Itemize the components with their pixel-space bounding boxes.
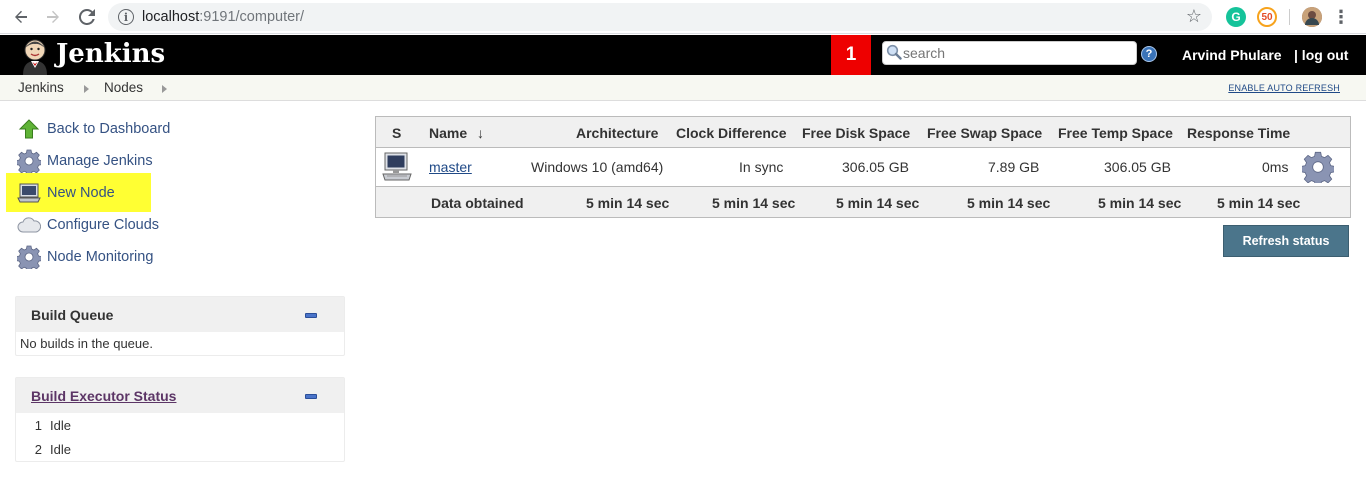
jenkins-logo-text[interactable]: Jenkins <box>56 39 165 69</box>
computer-icon <box>16 180 42 206</box>
column-name-label: Name <box>429 125 468 141</box>
search-input[interactable] <box>903 44 1131 62</box>
task-configure-clouds[interactable]: Configure Clouds <box>16 211 159 239</box>
cell-response-time: 0ms <box>1262 159 1289 175</box>
cell-free-disk-space: 306.05 GB <box>842 159 909 175</box>
grammarly-icon[interactable]: G <box>1226 7 1246 27</box>
gear-icon <box>16 148 42 174</box>
breadcrumb-arrow-icon[interactable] <box>162 85 167 93</box>
cloud-icon <box>16 212 42 238</box>
executor-status: Idle <box>50 441 71 457</box>
url-path: :9191/computer/ <box>199 9 305 25</box>
column-name[interactable]: Name ↓ <box>429 125 484 141</box>
help-icon[interactable]: ? <box>1141 46 1157 62</box>
build-queue-header: Build Queue <box>16 297 344 332</box>
cell-clock-difference: In sync <box>739 159 784 175</box>
url-text: localhost:9191/computer/ <box>142 9 304 25</box>
column-free-swap-space[interactable]: Free Swap Space <box>927 125 1042 141</box>
column-free-disk-space[interactable]: Free Disk Space <box>802 125 910 141</box>
gear-icon <box>16 244 42 270</box>
breadcrumb-arrow-icon[interactable] <box>84 85 89 93</box>
task-label: Manage Jenkins <box>47 153 153 169</box>
logout-link[interactable]: | log out <box>1294 47 1348 63</box>
task-label: Configure Clouds <box>47 217 160 233</box>
footer-label: Data obtained <box>431 195 524 211</box>
build-queue-title: Build Queue <box>31 307 114 323</box>
breadcrumb: Jenkins Nodes ENABLE AUTO REFRESH <box>0 75 1366 101</box>
enable-auto-refresh-link[interactable]: ENABLE AUTO REFRESH <box>1228 83 1340 93</box>
breadcrumb-nodes[interactable]: Nodes <box>104 80 143 95</box>
browser-toolbar: i localhost:9191/computer/ ☆ G 50 ⋮ <box>0 0 1366 34</box>
column-status[interactable]: S <box>392 125 401 141</box>
profile-avatar[interactable] <box>1302 7 1322 27</box>
site-info-icon[interactable]: i <box>118 9 134 25</box>
jenkins-header: Jenkins 1 ? Arvind Phulare | log out <box>0 35 1366 75</box>
configure-gear-icon[interactable] <box>1300 151 1336 187</box>
node-link-master[interactable]: master <box>429 159 472 175</box>
up-arrow-icon <box>16 116 42 142</box>
task-back-to-dashboard[interactable]: Back to Dashboard <box>16 115 170 143</box>
table-footer: Data obtained 5 min 14 sec 5 min 14 sec … <box>376 186 1350 217</box>
refresh-status-button[interactable]: Refresh status <box>1223 225 1349 257</box>
task-label: Node Monitoring <box>47 249 154 265</box>
executor-status-header: Build Executor Status <box>16 378 344 413</box>
collapse-icon[interactable] <box>305 394 317 399</box>
task-label: Back to Dashboard <box>47 121 171 137</box>
extension-icon[interactable]: 50 <box>1257 7 1277 27</box>
search-box[interactable] <box>882 41 1137 65</box>
toolbar-divider <box>1289 9 1290 25</box>
url-host: localhost <box>142 9 200 25</box>
executor-status-pane: Build Executor Status 1 Idle 2 Idle <box>15 377 345 462</box>
executor-number: 2 <box>34 441 42 457</box>
executor-status: Idle <box>50 417 71 433</box>
table-header: S Name ↓ Architecture Clock Difference F… <box>376 117 1350 148</box>
bookmark-star-icon[interactable]: ☆ <box>1186 6 1202 27</box>
task-manage-jenkins[interactable]: Manage Jenkins <box>16 147 153 175</box>
executor-status-title[interactable]: Build Executor Status <box>31 388 176 404</box>
cell-architecture: Windows 10 (amd64) <box>531 159 664 175</box>
executor-row: 2 Idle <box>16 437 344 461</box>
footer-architecture: 5 min 14 sec <box>586 195 670 211</box>
table-row: master Windows 10 (amd64) In sync 306.05… <box>376 148 1350 187</box>
back-arrow-icon[interactable] <box>10 6 32 28</box>
computer-icon <box>381 151 413 186</box>
footer-response-time: 5 min 14 sec <box>1217 195 1301 211</box>
cell-free-temp-space: 306.05 GB <box>1104 159 1171 175</box>
column-clock-difference[interactable]: Clock Difference <box>676 125 786 141</box>
collapse-icon[interactable] <box>305 313 317 318</box>
footer-clock-difference: 5 min 14 sec <box>712 195 796 211</box>
executor-row: 1 Idle <box>16 413 344 437</box>
column-response-time[interactable]: Response Time <box>1187 125 1290 141</box>
footer-free-disk-space: 5 min 14 sec <box>836 195 920 211</box>
search-icon <box>886 44 902 63</box>
forward-arrow-icon[interactable] <box>42 6 64 28</box>
cell-free-swap-space: 7.89 GB <box>988 159 1040 175</box>
breadcrumb-jenkins[interactable]: Jenkins <box>18 80 64 95</box>
notification-badge[interactable]: 1 <box>831 35 871 75</box>
executor-number: 1 <box>34 417 42 433</box>
build-queue-empty: No builds in the queue. <box>20 336 153 351</box>
executor-list: 1 Idle 2 Idle <box>16 413 344 461</box>
task-label: New Node <box>47 185 115 201</box>
build-queue-pane: Build Queue No builds in the queue. <box>15 296 345 356</box>
user-link[interactable]: Arvind Phulare <box>1182 47 1282 63</box>
jenkins-butler-icon[interactable] <box>17 37 53 75</box>
address-bar[interactable]: i localhost:9191/computer/ ☆ <box>108 3 1212 31</box>
column-architecture[interactable]: Architecture <box>576 125 658 141</box>
column-free-temp-space[interactable]: Free Temp Space <box>1058 125 1173 141</box>
footer-free-temp-space: 5 min 14 sec <box>1098 195 1182 211</box>
task-node-monitoring[interactable]: Node Monitoring <box>16 243 153 271</box>
nodes-table: S Name ↓ Architecture Clock Difference F… <box>375 116 1351 218</box>
task-new-node[interactable]: New Node <box>16 179 115 207</box>
footer-free-swap-space: 5 min 14 sec <box>967 195 1051 211</box>
kebab-menu-icon[interactable]: ⋮ <box>1332 7 1350 27</box>
sort-arrow-icon: ↓ <box>477 125 485 141</box>
reload-icon[interactable] <box>76 6 98 28</box>
